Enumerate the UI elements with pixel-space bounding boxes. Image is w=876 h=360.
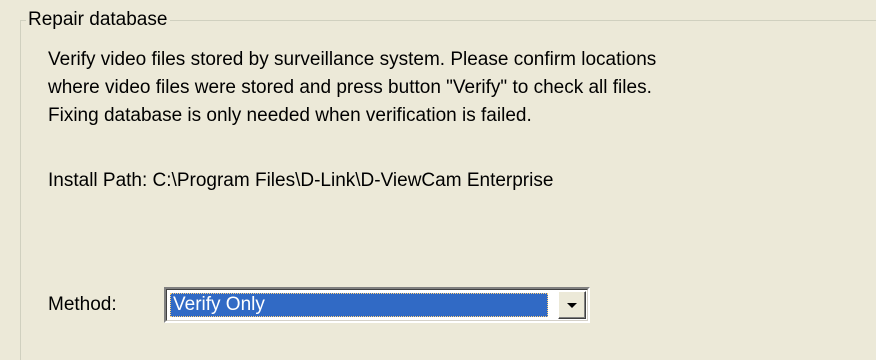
description-text: Verify video files stored by surveillanc… xyxy=(48,46,656,130)
method-label: Method: xyxy=(48,294,117,315)
chevron-down-icon xyxy=(567,303,577,308)
method-select[interactable]: Verify Only xyxy=(164,287,590,323)
description-line: where video files were stored and press … xyxy=(48,77,652,98)
method-selected-value[interactable]: Verify Only xyxy=(170,293,548,317)
groupbox-title: Repair database xyxy=(26,7,171,33)
method-dropdown-button[interactable] xyxy=(558,291,586,319)
description-line: Fixing database is only needed when veri… xyxy=(48,105,532,126)
method-select-frame: Verify Only xyxy=(166,289,588,321)
description-line: Verify video files stored by surveillanc… xyxy=(48,49,657,70)
install-path-label: Install Path: C:\Program Files\D-Link\D-… xyxy=(48,170,554,191)
